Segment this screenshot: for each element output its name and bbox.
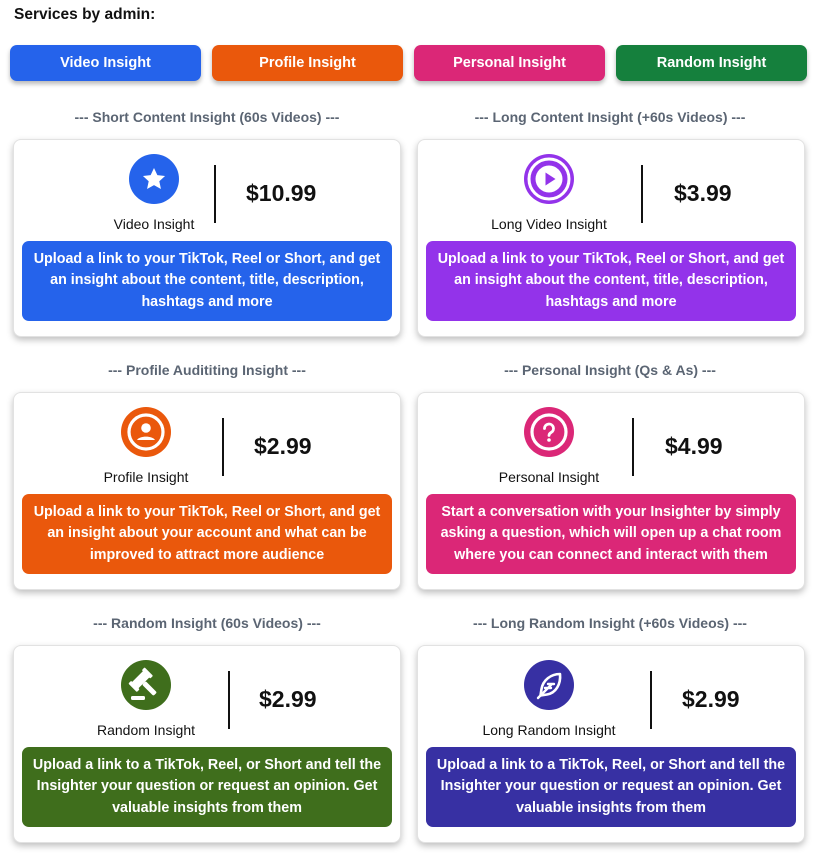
- page-title: Services by admin:: [14, 6, 156, 23]
- question-icon: [524, 407, 574, 457]
- service-card-profile-insight[interactable]: Profile Insight $2.99 Upload a link to y…: [13, 392, 401, 590]
- tab-personal-insight[interactable]: Personal Insight: [414, 45, 605, 81]
- service-description: Upload a link to a TikTok, Reel, or Shor…: [426, 747, 796, 827]
- service-name: Random Insight: [96, 722, 196, 738]
- service-card-long-video-insight[interactable]: Long Video Insight $3.99 Upload a link t…: [417, 139, 805, 337]
- tab-profile-insight[interactable]: Profile Insight: [212, 45, 403, 81]
- service-price: $10.99: [246, 180, 317, 206]
- divider: [641, 165, 643, 223]
- service-name: Video Insight: [113, 216, 195, 232]
- service-name: Long Video Insight: [491, 216, 607, 232]
- service-name: Profile Insight: [103, 469, 189, 485]
- service-card-personal-insight[interactable]: Personal Insight $4.99 Start a conversat…: [417, 392, 805, 590]
- service-description: Upload a link to your TikTok, Reel or Sh…: [22, 241, 392, 321]
- section-label-long-random: --- Long Random Insight (+60s Videos) --…: [473, 615, 747, 631]
- service-name: Personal Insight: [498, 469, 600, 485]
- play-icon: [524, 154, 574, 204]
- gavel-icon: [121, 660, 171, 710]
- service-price: $4.99: [665, 433, 723, 459]
- section-label-long-content: --- Long Content Insight (+60s Videos) -…: [474, 109, 746, 125]
- service-name: Long Random Insight: [482, 722, 616, 738]
- service-price: $2.99: [254, 433, 312, 459]
- service-card-long-random-insight[interactable]: Long Random Insight $2.99 Upload a link …: [417, 645, 805, 843]
- star-icon: [129, 154, 179, 204]
- section-label-profile: --- Profile Audititing Insight ---: [108, 362, 306, 378]
- service-description: Upload a link to your TikTok, Reel or Sh…: [22, 494, 392, 574]
- divider: [228, 671, 230, 729]
- service-price: $3.99: [674, 180, 732, 206]
- feather-icon: [524, 660, 574, 710]
- user-icon: [121, 407, 171, 457]
- section-label-short-content: --- Short Content Insight (60s Videos) -…: [74, 109, 340, 125]
- divider: [632, 418, 634, 476]
- section-label-personal: --- Personal Insight (Qs & As) ---: [504, 362, 716, 378]
- service-description: Upload a link to your TikTok, Reel or Sh…: [426, 241, 796, 321]
- divider: [222, 418, 224, 476]
- service-card-video-insight[interactable]: Video Insight $10.99 Upload a link to yo…: [13, 139, 401, 337]
- service-price: $2.99: [259, 686, 317, 712]
- service-tabs: Video Insight Profile Insight Personal I…: [10, 45, 807, 81]
- divider: [650, 671, 652, 729]
- tab-random-insight[interactable]: Random Insight: [616, 45, 807, 81]
- service-description: Start a conversation with your Insighter…: [426, 494, 796, 574]
- service-price: $2.99: [682, 686, 740, 712]
- divider: [214, 165, 216, 223]
- service-card-random-insight[interactable]: Random Insight $2.99 Upload a link to a …: [13, 645, 401, 843]
- tab-video-insight[interactable]: Video Insight: [10, 45, 201, 81]
- section-label-random: --- Random Insight (60s Videos) ---: [93, 615, 321, 631]
- service-description: Upload a link to a TikTok, Reel, or Shor…: [22, 747, 392, 827]
